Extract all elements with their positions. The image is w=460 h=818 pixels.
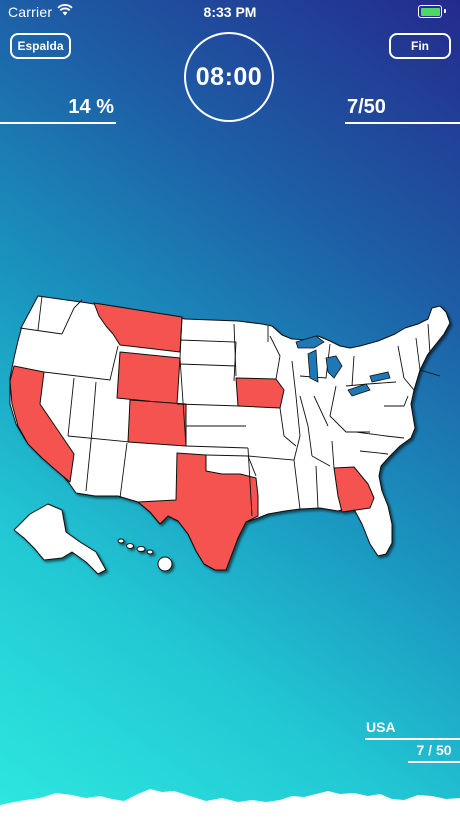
progress-percent: 14 % bbox=[68, 96, 114, 118]
score-indicator: 7/50 bbox=[345, 96, 460, 124]
timer-text: 08:00 bbox=[195, 62, 263, 91]
region-underline bbox=[365, 738, 460, 740]
region-label: USA bbox=[366, 719, 396, 735]
progress-indicator: 14 % bbox=[0, 96, 116, 124]
status-time: 8:33 PM bbox=[203, 4, 257, 20]
game-screen: Carrier 8:33 PM Espalda Fin 08:00 14 % 7… bbox=[0, 0, 460, 818]
battery-tip bbox=[444, 9, 446, 13]
usa-map bbox=[9, 295, 451, 575]
map-alaska bbox=[13, 503, 107, 575]
state-colorado bbox=[127, 399, 187, 447]
score-text: 7/50 bbox=[347, 96, 386, 118]
back-button[interactable]: Espalda bbox=[10, 33, 71, 59]
finish-button[interactable]: Fin bbox=[389, 33, 451, 59]
count-label: 7 / 50 bbox=[416, 742, 452, 758]
progress-underline bbox=[0, 122, 116, 124]
map-hawaii bbox=[117, 538, 173, 572]
status-bar: Carrier 8:33 PM bbox=[0, 0, 460, 24]
state-iowa bbox=[235, 377, 285, 409]
countdown-timer: 08:00 bbox=[184, 32, 274, 122]
state-wyoming bbox=[116, 351, 181, 405]
score-underline bbox=[345, 122, 460, 124]
region-indicator: USA bbox=[365, 719, 460, 740]
battery-icon bbox=[418, 5, 442, 18]
snow-decoration bbox=[0, 789, 460, 818]
